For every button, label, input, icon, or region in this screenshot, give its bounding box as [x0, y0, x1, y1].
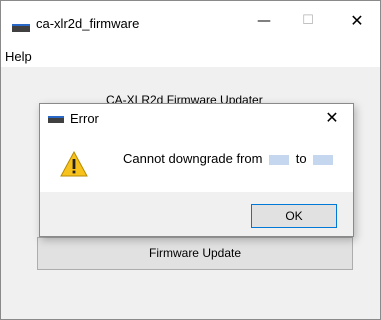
app-icon: [12, 24, 30, 32]
error-message: Cannot downgrade from to: [123, 151, 336, 166]
dialog-title: Error: [70, 111, 99, 126]
main-window: ca-xlr2d_firmware — ☐ ✕ Help CA-XLR2d Fi…: [0, 0, 381, 320]
title-bar: ca-xlr2d_firmware — ☐ ✕: [1, 1, 380, 41]
redacted-version-from: [269, 154, 290, 165]
message-prefix: Cannot downgrade from: [123, 151, 263, 166]
error-dialog: Error ✕ Cannot downgrade from to OK: [39, 103, 354, 237]
dialog-title-bar: Error ✕: [40, 104, 353, 132]
window-title: ca-xlr2d_firmware: [36, 16, 140, 31]
menu-bar: Help: [1, 41, 380, 67]
ok-button[interactable]: OK: [251, 204, 337, 228]
dialog-app-icon: [48, 116, 64, 123]
firmware-update-button[interactable]: Firmware Update: [37, 237, 353, 270]
dialog-footer: OK: [40, 192, 353, 236]
redacted-version-to: [313, 154, 334, 165]
maximize-button[interactable]: ☐: [285, 1, 331, 41]
warning-icon: [60, 151, 88, 177]
message-middle: to: [295, 151, 307, 166]
dialog-close-button[interactable]: ✕: [315, 104, 349, 132]
minimize-button[interactable]: —: [241, 1, 287, 41]
menu-help[interactable]: Help: [5, 49, 32, 64]
close-button[interactable]: ✕: [334, 1, 380, 41]
